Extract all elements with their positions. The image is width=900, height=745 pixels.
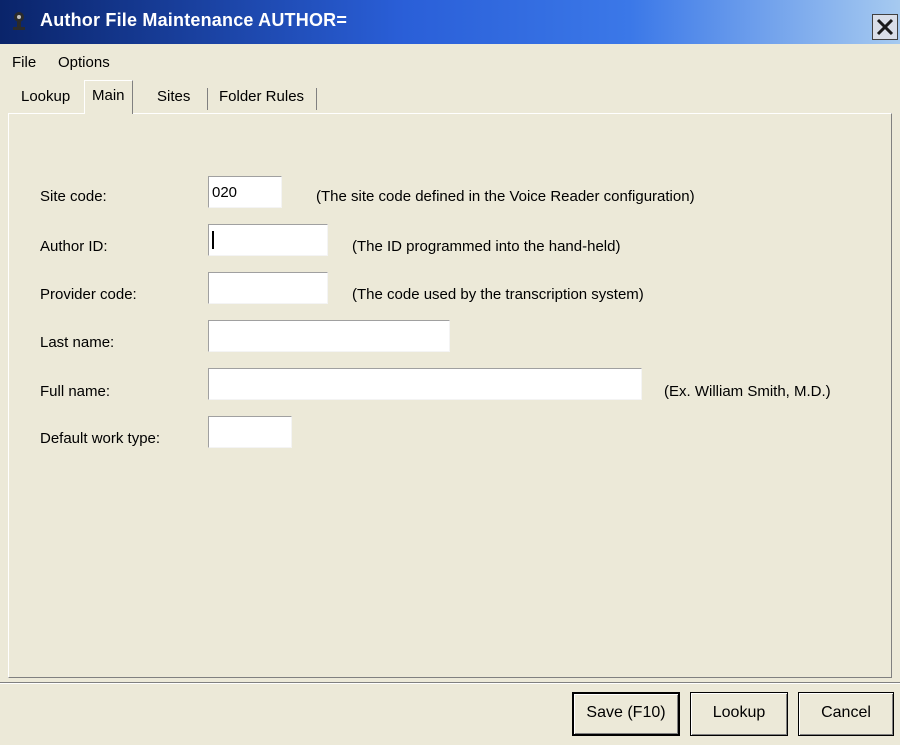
default-work-type-label: Default work type: (40, 430, 161, 447)
menu-options[interactable]: Options (58, 54, 110, 71)
menu-file[interactable]: File (12, 54, 36, 71)
tab-sites[interactable]: Sites (150, 82, 197, 112)
provider-code-hint: (The code used by the transcription syst… (352, 286, 644, 303)
menu-bar: File Options (0, 44, 900, 76)
footer-divider-highlight (0, 683, 900, 684)
author-file-maintenance-window: Author File Maintenance AUTHOR= File Opt… (0, 0, 900, 745)
tab-separator (207, 88, 208, 110)
full-name-label: Full name: (40, 383, 111, 400)
window-title: Author File Maintenance AUTHOR= (40, 10, 348, 30)
app-icon (13, 12, 25, 30)
site-code-label: Site code: (40, 188, 107, 205)
cancel-button-label: Cancel (821, 704, 871, 721)
full-name-input[interactable] (208, 368, 642, 400)
title-bar[interactable]: Author File Maintenance AUTHOR= (0, 0, 900, 44)
tab-separator (316, 88, 317, 110)
tab-main[interactable]: Main (84, 80, 133, 114)
cancel-button[interactable]: Cancel (798, 692, 894, 736)
tab-folder-rules[interactable]: Folder Rules (212, 82, 311, 112)
provider-code-label: Provider code: (40, 286, 137, 303)
save-button-label: Save (F10) (586, 704, 666, 721)
author-id-hint: (The ID programmed into the hand-held) (352, 238, 621, 255)
author-id-label: Author ID: (40, 238, 108, 255)
site-code-hint: (The site code defined in the Voice Read… (316, 188, 695, 205)
close-button[interactable] (872, 14, 898, 40)
full-name-hint: (Ex. William Smith, M.D.) (664, 383, 831, 400)
text-caret (212, 231, 214, 249)
provider-code-input[interactable] (208, 272, 328, 304)
save-button[interactable]: Save (F10) (572, 692, 680, 736)
last-name-input[interactable] (208, 320, 450, 352)
tab-lookup[interactable]: Lookup (14, 82, 77, 112)
lookup-button-label: Lookup (712, 704, 766, 721)
lookup-button[interactable]: Lookup (690, 692, 788, 736)
last-name-label: Last name: (40, 334, 115, 351)
close-icon (876, 18, 894, 36)
author-id-input[interactable] (208, 224, 328, 256)
default-work-type-input[interactable] (208, 416, 292, 448)
site-code-input[interactable] (208, 176, 282, 208)
